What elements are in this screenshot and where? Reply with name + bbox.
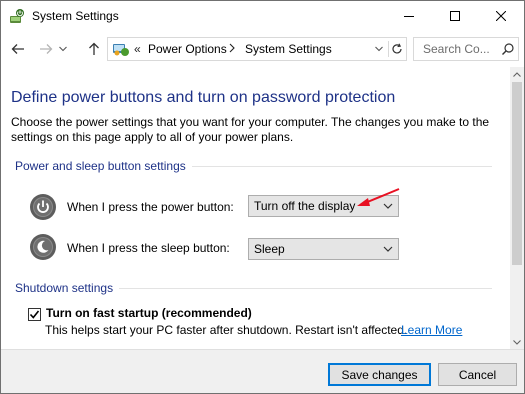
checkmark-icon [29, 310, 40, 319]
chevron-up-icon [513, 71, 521, 77]
address-bar[interactable]: « Power Options System Settings [107, 37, 407, 61]
search-icon [502, 43, 514, 55]
page-title: Define power buttons and turn on passwor… [11, 89, 396, 106]
sleep-button-action-value: Sleep [254, 242, 285, 256]
system-settings-window: System Settings « Power Options System S… [0, 0, 525, 394]
power-button-label: When I press the power button: [67, 200, 234, 214]
breadcrumb-power-options[interactable]: Power Options [148, 42, 227, 56]
chevron-right-icon[interactable] [229, 43, 235, 53]
minimize-icon [404, 16, 414, 17]
sleep-button-action-select[interactable]: Sleep [248, 238, 399, 260]
power-sleep-group-label: Power and sleep button settings [15, 159, 192, 173]
chevron-down-icon [383, 246, 393, 252]
forward-button[interactable] [37, 40, 55, 58]
vertical-scrollbar[interactable] [510, 67, 524, 349]
refresh-icon [391, 43, 402, 54]
breadcrumb-system-settings[interactable]: System Settings [245, 42, 332, 56]
learn-more-link[interactable]: Learn More [401, 323, 462, 337]
scroll-down-button[interactable] [510, 335, 524, 349]
power-options-icon [10, 9, 24, 23]
recent-locations-button[interactable] [57, 40, 69, 58]
scroll-up-button[interactable] [510, 67, 524, 81]
fast-startup-help-text: This helps start your PC faster after sh… [45, 323, 408, 337]
group-divider [119, 288, 492, 289]
control-panel-icon [113, 44, 129, 56]
cancel-button[interactable]: Cancel [438, 363, 517, 386]
maximize-icon [450, 11, 460, 21]
close-icon [496, 11, 506, 21]
annotation-arrow-icon [357, 188, 400, 206]
forward-arrow-icon [40, 44, 53, 54]
group-divider [187, 166, 492, 167]
window-title: System Settings [32, 9, 119, 23]
search-box[interactable]: Search Co... [413, 37, 519, 61]
page-description: Choose the power settings that you want … [11, 115, 490, 144]
maximize-button[interactable] [432, 1, 478, 31]
up-arrow-icon [89, 42, 99, 55]
sleep-button-icon [30, 234, 56, 260]
fast-startup-checkbox[interactable] [28, 308, 41, 321]
power-button-icon [30, 194, 56, 220]
power-button-action-value: Turn off the display [254, 199, 356, 213]
navigation-bar: « Power Options System Settings Search C… [1, 32, 524, 66]
shutdown-group-label: Shutdown settings [15, 281, 120, 295]
fast-startup-label[interactable]: Turn on fast startup (recommended) [46, 306, 252, 320]
chevron-down-icon [59, 46, 67, 52]
overflow-chevron[interactable]: « [134, 42, 141, 56]
chevron-down-icon [375, 46, 383, 52]
scroll-thumb[interactable] [512, 82, 522, 265]
close-button[interactable] [478, 1, 524, 31]
dialog-footer: Save changes Cancel [1, 349, 524, 393]
save-changes-button[interactable]: Save changes [328, 363, 431, 386]
address-history-button[interactable] [372, 42, 386, 56]
up-button[interactable] [85, 40, 103, 58]
title-bar: System Settings [1, 1, 524, 31]
search-input[interactable]: Search Co... [423, 42, 490, 56]
refresh-button[interactable] [388, 41, 404, 57]
back-button[interactable] [9, 40, 27, 58]
chevron-down-icon [513, 339, 521, 345]
minimize-button[interactable] [386, 1, 432, 31]
content-pane: Define power buttons and turn on passwor… [1, 67, 511, 349]
back-arrow-icon [11, 44, 24, 54]
sleep-button-label: When I press the sleep button: [67, 241, 230, 255]
